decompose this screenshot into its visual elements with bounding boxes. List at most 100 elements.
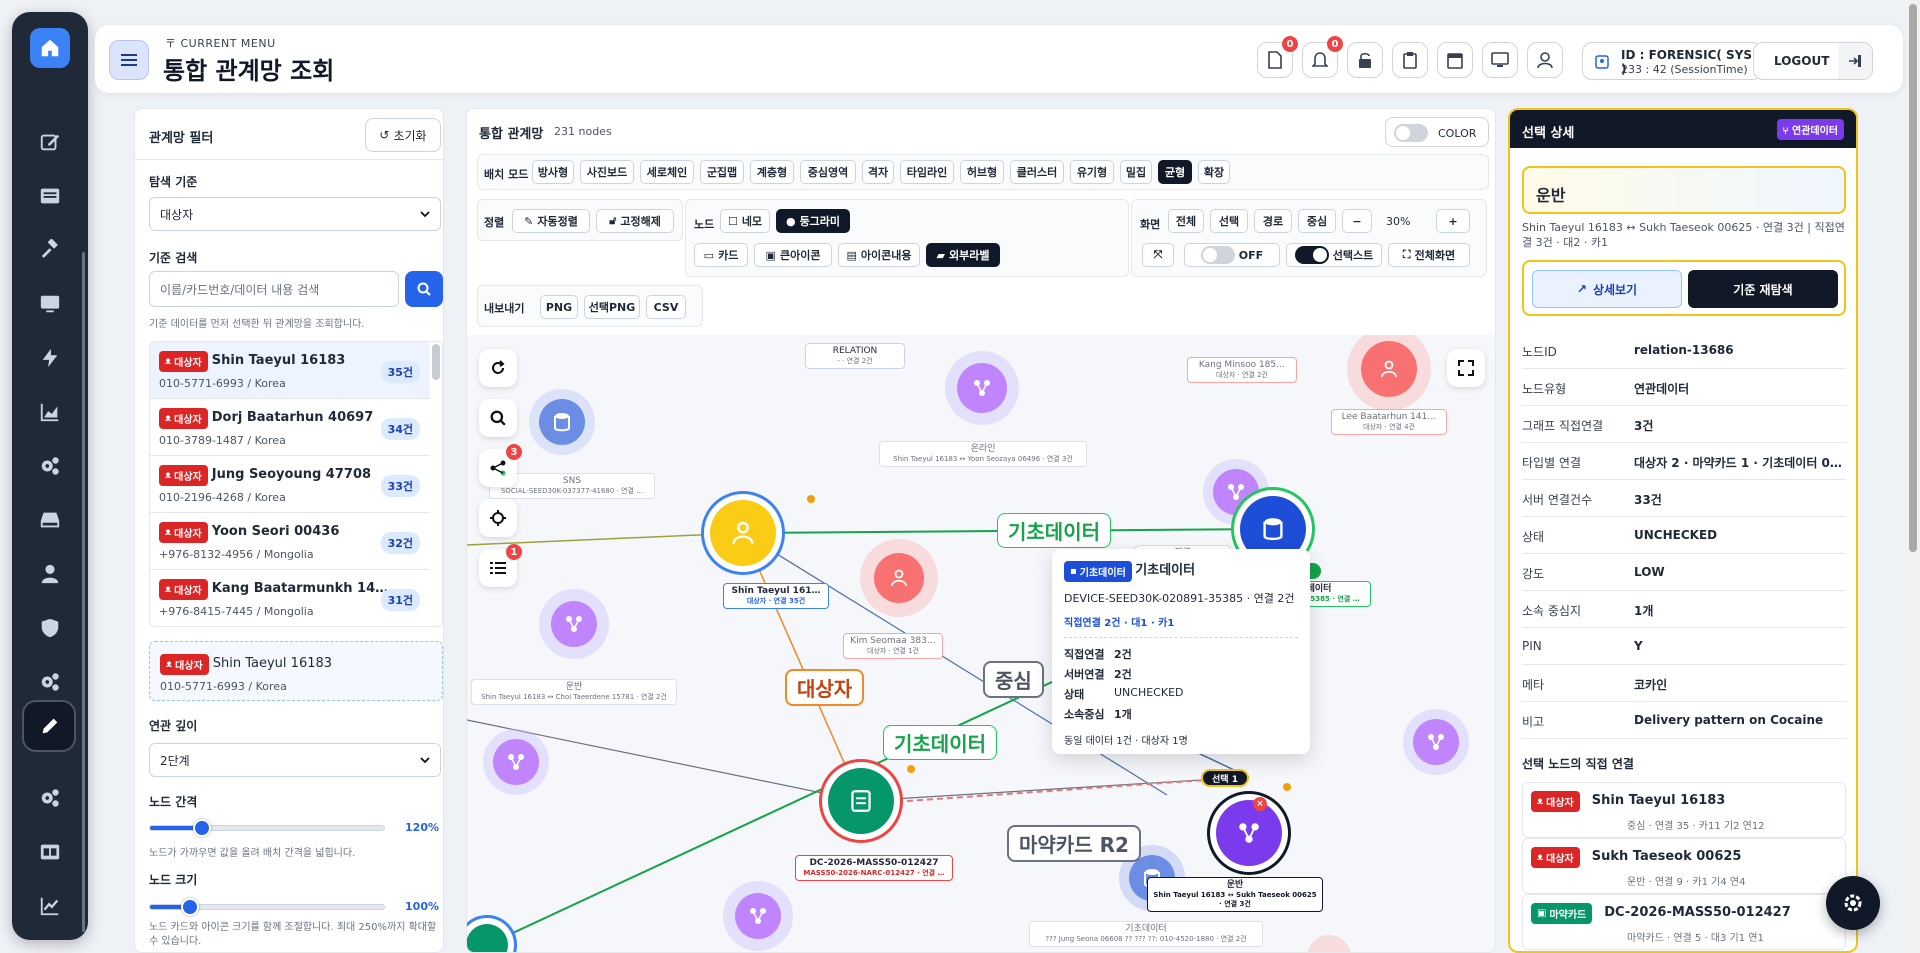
- list-item[interactable]: ᴥ 대상자 Dorj Baatarhun 40697 010-3789-1487 /…: [150, 399, 430, 456]
- layout-chip[interactable]: 밀집: [1120, 160, 1152, 184]
- graph-fullscreen-button[interactable]: [1447, 349, 1485, 387]
- online-node[interactable]: [945, 351, 1019, 425]
- reset-button[interactable]: ↺ 초기화: [365, 118, 441, 152]
- list-view-button[interactable]: 1: [479, 544, 522, 587]
- export-csv-button[interactable]: CSV: [646, 295, 686, 319]
- list-icon[interactable]: [36, 182, 64, 210]
- relation-node[interactable]: [1403, 709, 1469, 775]
- list-scrollbar[interactable]: [432, 344, 440, 380]
- size-slider[interactable]: [149, 898, 385, 916]
- relation-node[interactable]: [483, 729, 549, 795]
- monitor-icon[interactable]: [36, 290, 64, 318]
- share-button[interactable]: 3: [479, 444, 522, 487]
- page-scroll-thumb[interactable]: [1909, 4, 1917, 552]
- layout-chip[interactable]: 방사형: [532, 160, 574, 184]
- home-icon[interactable]: [30, 28, 70, 68]
- clipboard-button[interactable]: [1392, 42, 1428, 78]
- node-iconcontent-button[interactable]: ▤ 아이콘내용: [838, 243, 920, 267]
- node-round-button[interactable]: ● 둥그라미: [776, 209, 850, 233]
- trend-icon[interactable]: [36, 892, 64, 920]
- search-button[interactable]: [405, 271, 443, 307]
- layout-chip[interactable]: 허브형: [960, 160, 1004, 184]
- connection-item[interactable]: ᴥ 대상자 Sukh Taeseok 00625 운반 · 연결 9 · 카1 기4…: [1522, 838, 1846, 894]
- graph-canvas[interactable]: × RELATION - · 연결 2건 SNS SOCIAL-SEED30K-03…: [467, 335, 1495, 952]
- list-item[interactable]: ᴥ 대상자 Yoon Seori 00436 +976-8132-4956 / Mo…: [150, 513, 430, 570]
- refresh-button[interactable]: [479, 349, 517, 387]
- documents-button[interactable]: 0: [1257, 36, 1298, 78]
- zoom-out-button[interactable]: −: [1342, 209, 1372, 233]
- list-item[interactable]: ᴥ 대상자 Kang Baatarmunkh 14… +976-8415-7445 …: [150, 570, 430, 626]
- gears-icon-3[interactable]: [36, 784, 64, 812]
- screen-path-button[interactable]: 경로: [1254, 209, 1292, 233]
- auto-align-button[interactable]: ✎ 자동정렬: [512, 209, 590, 233]
- chart-icon[interactable]: [36, 398, 64, 426]
- gears-icon-2[interactable]: [36, 668, 64, 696]
- menu-toggle-button[interactable]: [109, 40, 149, 80]
- remove-icon[interactable]: ×: [1253, 797, 1267, 811]
- list-item[interactable]: ᴥ 대상자 Jung Seoyoung 47708 010-2196-4268 / …: [150, 456, 430, 513]
- fullscreen-button[interactable]: ⛶ 전체화면: [1388, 243, 1470, 267]
- spacing-slider[interactable]: [149, 819, 385, 837]
- select-list-toggle[interactable]: 선택스트: [1286, 243, 1382, 267]
- node-square-button[interactable]: ☐ 네모: [720, 209, 770, 233]
- connection-item[interactable]: ᴥ 대상자 Shin Taeyul 16183 중심 · 연결 35 · 카11 기…: [1522, 782, 1846, 838]
- export-png-button[interactable]: PNG: [540, 295, 578, 319]
- off-toggle[interactable]: OFF: [1184, 243, 1280, 267]
- edit-icon[interactable]: [36, 128, 64, 156]
- layout-chip-active[interactable]: 균형: [1158, 160, 1192, 184]
- layout-chip[interactable]: 세로체인: [640, 160, 694, 184]
- screen-center-button[interactable]: 중심: [1298, 209, 1336, 233]
- layout-chip[interactable]: 유기형: [1070, 160, 1114, 184]
- gears-icon[interactable]: [36, 452, 64, 480]
- sidebar-scrollbar[interactable]: [82, 252, 85, 932]
- dc-node[interactable]: [819, 759, 903, 843]
- profile-button[interactable]: [1527, 42, 1563, 78]
- layout-chip[interactable]: 격자: [862, 160, 894, 184]
- export-selpng-button[interactable]: 선택PNG: [584, 295, 640, 319]
- depth-select[interactable]: 2단계: [149, 743, 441, 777]
- color-switch[interactable]: [1394, 124, 1428, 142]
- relation-node[interactable]: [723, 881, 793, 951]
- bolt-icon[interactable]: [36, 344, 64, 372]
- list-item[interactable]: ᴥ 대상자 Shin Taeyul 16183 010-5771-6993 / Ko…: [150, 342, 430, 399]
- color-toggle[interactable]: COLOR: [1385, 117, 1489, 147]
- notifications-button[interactable]: 0: [1302, 36, 1343, 78]
- layout-chip[interactable]: 군집맵: [700, 160, 744, 184]
- unban-selected-node[interactable]: [1207, 791, 1291, 875]
- node-card-button[interactable]: ▭ 카드: [694, 243, 748, 267]
- shin-node[interactable]: [701, 491, 785, 575]
- lock-button[interactable]: [1347, 42, 1383, 78]
- layout-chip[interactable]: 계층형: [750, 160, 794, 184]
- layout-chip[interactable]: 확장: [1198, 160, 1230, 184]
- select-list-switch[interactable]: [1294, 246, 1329, 264]
- zoom-in-button[interactable]: +: [1436, 209, 1470, 233]
- unfix-button[interactable]: 🔓︎ 고정해제: [596, 209, 674, 233]
- kim-node[interactable]: [860, 539, 938, 617]
- spacing-knob[interactable]: [192, 819, 211, 837]
- user-icon[interactable]: [36, 560, 64, 588]
- logout-button[interactable]: LOGOUT: [1753, 42, 1873, 80]
- shield-icon[interactable]: [36, 614, 64, 642]
- off-switch[interactable]: [1200, 246, 1235, 264]
- connection-item[interactable]: ▣ 마약카드 DC-2026-MASS50-012427 마약카드 · 연결 5 ·…: [1522, 894, 1846, 950]
- drive-icon[interactable]: [36, 506, 64, 534]
- layout-chip[interactable]: 클러스터: [1010, 160, 1064, 184]
- basis-select[interactable]: 대상자: [149, 197, 441, 231]
- layout-chip[interactable]: 타임라인: [900, 160, 954, 184]
- size-knob[interactable]: [181, 898, 200, 916]
- node-outerlabel-button[interactable]: ▰ 외부라벨: [926, 243, 1000, 267]
- screen-all-button[interactable]: 전체: [1168, 209, 1204, 233]
- pencil-icon[interactable]: [36, 712, 64, 740]
- gavel-icon[interactable]: [36, 236, 64, 264]
- node-bigicon-button[interactable]: ▣ 큰아이콘: [754, 243, 832, 267]
- fit-button[interactable]: ⤧: [1142, 243, 1174, 267]
- locate-button[interactable]: [479, 499, 517, 537]
- search-input[interactable]: 이름/카드번호/데이터 내용 검색: [149, 271, 399, 307]
- screen-select-button[interactable]: 선택: [1210, 209, 1248, 233]
- page-scrollbar[interactable]: [1906, 0, 1920, 953]
- translate-icon[interactable]: [36, 838, 64, 866]
- settings-button[interactable]: [1826, 876, 1880, 930]
- view-detail-button[interactable]: ↗ 상세보기: [1532, 270, 1682, 308]
- sns-node[interactable]: [529, 389, 595, 455]
- layout-chip[interactable]: 사진보드: [580, 160, 634, 184]
